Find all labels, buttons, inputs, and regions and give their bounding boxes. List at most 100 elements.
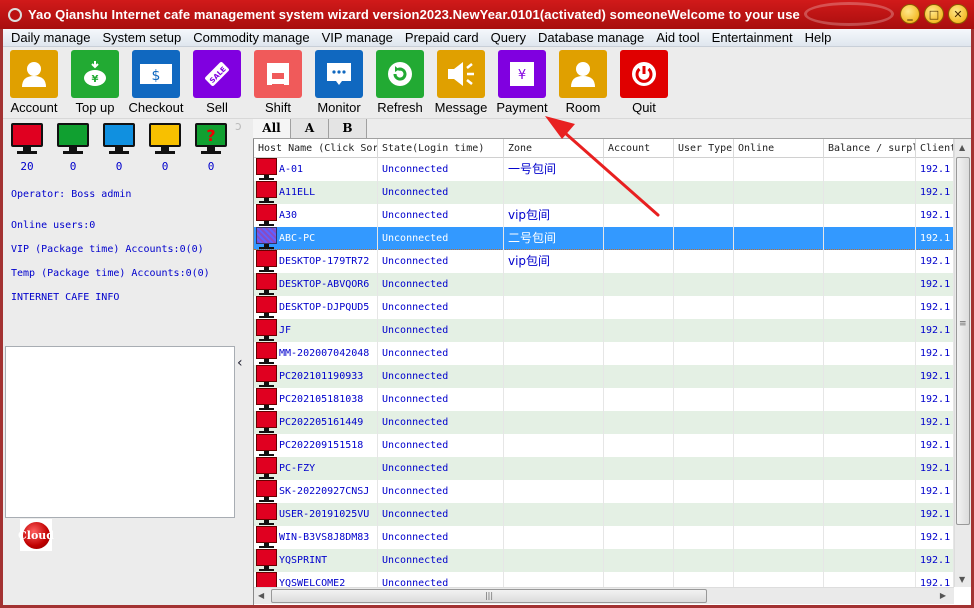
col-account[interactable]: Account	[604, 139, 674, 158]
quit-button[interactable]: Quit	[615, 50, 673, 115]
maximize-button[interactable]: □	[924, 4, 944, 24]
collapse-panel-icon[interactable]: ‹	[237, 355, 243, 371]
panel-splitter[interactable]: ↄ ‹	[235, 119, 252, 605]
table-row[interactable]: A-01 Unconnected 一号包间 192.1	[254, 158, 954, 181]
cell-account	[604, 365, 674, 388]
checkout-label: Checkout	[128, 100, 184, 115]
scroll-down-icon[interactable]: ▼	[959, 575, 965, 584]
message-button[interactable]: Message	[432, 50, 490, 115]
cell-zone: vip包间	[504, 250, 604, 273]
cloud-badge[interactable]: Cloud	[18, 519, 54, 551]
cell-ip: 192.1	[916, 319, 954, 342]
col-user-type[interactable]: User Type	[674, 139, 734, 158]
col-client-ip[interactable]: Client IP	[916, 139, 954, 158]
notes-box[interactable]	[5, 346, 235, 518]
horizontal-scrollbar[interactable]: ◀ ||| ▶	[254, 587, 954, 604]
menu-database-manage[interactable]: Database manage	[532, 30, 650, 45]
cell-account	[604, 250, 674, 273]
table-row[interactable]: PC202209151518 Unconnected 192.1	[254, 434, 954, 457]
col-zone[interactable]: Zone	[504, 139, 604, 158]
account-button[interactable]: Account	[5, 50, 63, 115]
dollar-bill-icon: $	[132, 50, 180, 98]
cell-ip: 192.1	[916, 434, 954, 457]
cell-online	[734, 204, 824, 227]
menu-help[interactable]: Help	[799, 30, 838, 45]
status-online[interactable]: 0	[57, 123, 89, 173]
col-state[interactable]: State(Login time)	[378, 139, 504, 158]
vertical-scroll-thumb[interactable]	[956, 157, 970, 525]
close-button[interactable]: ✕	[948, 4, 968, 24]
menu-aid-tool[interactable]: Aid tool	[650, 30, 705, 45]
table-row[interactable]: WIN-B3VS8J8DM83 Unconnected 192.1	[254, 526, 954, 549]
table-row[interactable]: ABC-PC Unconnected 二号包间 192.1	[254, 227, 954, 250]
cell-zone	[504, 365, 604, 388]
host-name: SK-20220927CNSJ	[279, 486, 370, 497]
cell-online	[734, 181, 824, 204]
cell-user-type	[674, 319, 734, 342]
horizontal-scroll-thumb[interactable]: |||	[271, 589, 707, 603]
cell-balance	[824, 526, 916, 549]
table-row[interactable]: PC202101190933 Unconnected 192.1	[254, 365, 954, 388]
online-users-text: Online users:0	[11, 220, 96, 231]
table-row[interactable]: DESKTOP-DJPQUD5 Unconnected 192.1	[254, 296, 954, 319]
refresh-button[interactable]: Refresh	[371, 50, 429, 115]
cell-ip: 192.1	[916, 250, 954, 273]
status-locked[interactable]: 0	[103, 123, 135, 173]
table-row[interactable]: PC202105181038 Unconnected 192.1	[254, 388, 954, 411]
grid-rows: A-01 Unconnected 一号包间 192.1 A11ELL Unconnecte…	[254, 158, 954, 595]
table-row[interactable]: USER-20191025VU Unconnected 192.1	[254, 503, 954, 526]
col-host-name[interactable]: Host Name (Click Sort)	[254, 139, 378, 158]
cell-ip: 192.1	[916, 342, 954, 365]
table-row[interactable]: MM-202007042048 Unconnected 192.1	[254, 342, 954, 365]
monitor-button[interactable]: Monitor	[310, 50, 368, 115]
menu-prepaid-card[interactable]: Prepaid card	[399, 30, 485, 45]
status-offline[interactable]: 20	[11, 123, 43, 173]
cell-online	[734, 434, 824, 457]
scroll-up-icon[interactable]: ▲	[959, 143, 965, 152]
tab-all[interactable]: All	[253, 119, 291, 138]
host-name: A30	[279, 210, 298, 221]
scroll-left-icon[interactable]: ◀	[258, 591, 264, 600]
vertical-scrollbar[interactable]: ▲ ≡ ▼	[954, 139, 971, 587]
top-up-button[interactable]: ¥ Top up	[66, 50, 124, 115]
cell-host: WIN-B3VS8J8DM83	[254, 526, 378, 549]
cell-balance	[824, 227, 916, 250]
host-name: WIN-B3VS8J8DM83	[279, 532, 370, 543]
menu-system-setup[interactable]: System setup	[97, 30, 188, 45]
tab-a[interactable]: A	[291, 119, 329, 138]
menu-commodity-manage[interactable]: Commodity manage	[187, 30, 315, 45]
menu-daily-manage[interactable]: Daily manage	[3, 30, 97, 45]
payment-button[interactable]: ¥ Payment	[493, 50, 551, 115]
cell-user-type	[674, 526, 734, 549]
cell-ip: 192.1	[916, 388, 954, 411]
cell-online	[734, 411, 824, 434]
status-unknown[interactable]: ? 0	[195, 123, 227, 173]
sell-button[interactable]: SALE Sell	[188, 50, 246, 115]
col-online[interactable]: Online	[734, 139, 824, 158]
table-row[interactable]: A30 Unconnected vip包间 192.1	[254, 204, 954, 227]
col-balance[interactable]: Balance / surplus	[824, 139, 916, 158]
menu-entertainment[interactable]: Entertainment	[706, 30, 799, 45]
minimize-button[interactable]: _	[900, 4, 920, 24]
table-row[interactable]: PC-FZY Unconnected 192.1	[254, 457, 954, 480]
room-button[interactable]: Room	[554, 50, 612, 115]
cell-user-type	[674, 434, 734, 457]
table-row[interactable]: DESKTOP-ABVQOR6 Unconnected 192.1	[254, 273, 954, 296]
status-busy[interactable]: 0	[149, 123, 181, 173]
menu-query[interactable]: Query	[485, 30, 532, 45]
checkout-button[interactable]: $ Checkout	[127, 50, 185, 115]
table-row[interactable]: A11ELL Unconnected 192.1	[254, 181, 954, 204]
table-row[interactable]: SK-20220927CNSJ Unconnected 192.1	[254, 480, 954, 503]
table-row[interactable]: JF Unconnected 192.1	[254, 319, 954, 342]
tab-b[interactable]: B	[329, 119, 367, 138]
table-row[interactable]: PC202205161449 Unconnected 192.1	[254, 411, 954, 434]
menu-vip-manage[interactable]: VIP manage	[316, 30, 399, 45]
table-row[interactable]: DESKTOP-179TR72 Unconnected vip包间 192.1	[254, 250, 954, 273]
title-bar[interactable]: Yao Qianshu Internet cafe management sys…	[0, 0, 974, 29]
scroll-right-icon[interactable]: ▶	[940, 591, 946, 600]
cafe-info-link[interactable]: INTERNET CAFE INFO	[11, 292, 119, 303]
shift-button[interactable]: Shift	[249, 50, 307, 115]
monitor-icon	[103, 123, 135, 147]
table-row[interactable]: YQSPRINT Unconnected 192.1	[254, 549, 954, 572]
cell-user-type	[674, 411, 734, 434]
